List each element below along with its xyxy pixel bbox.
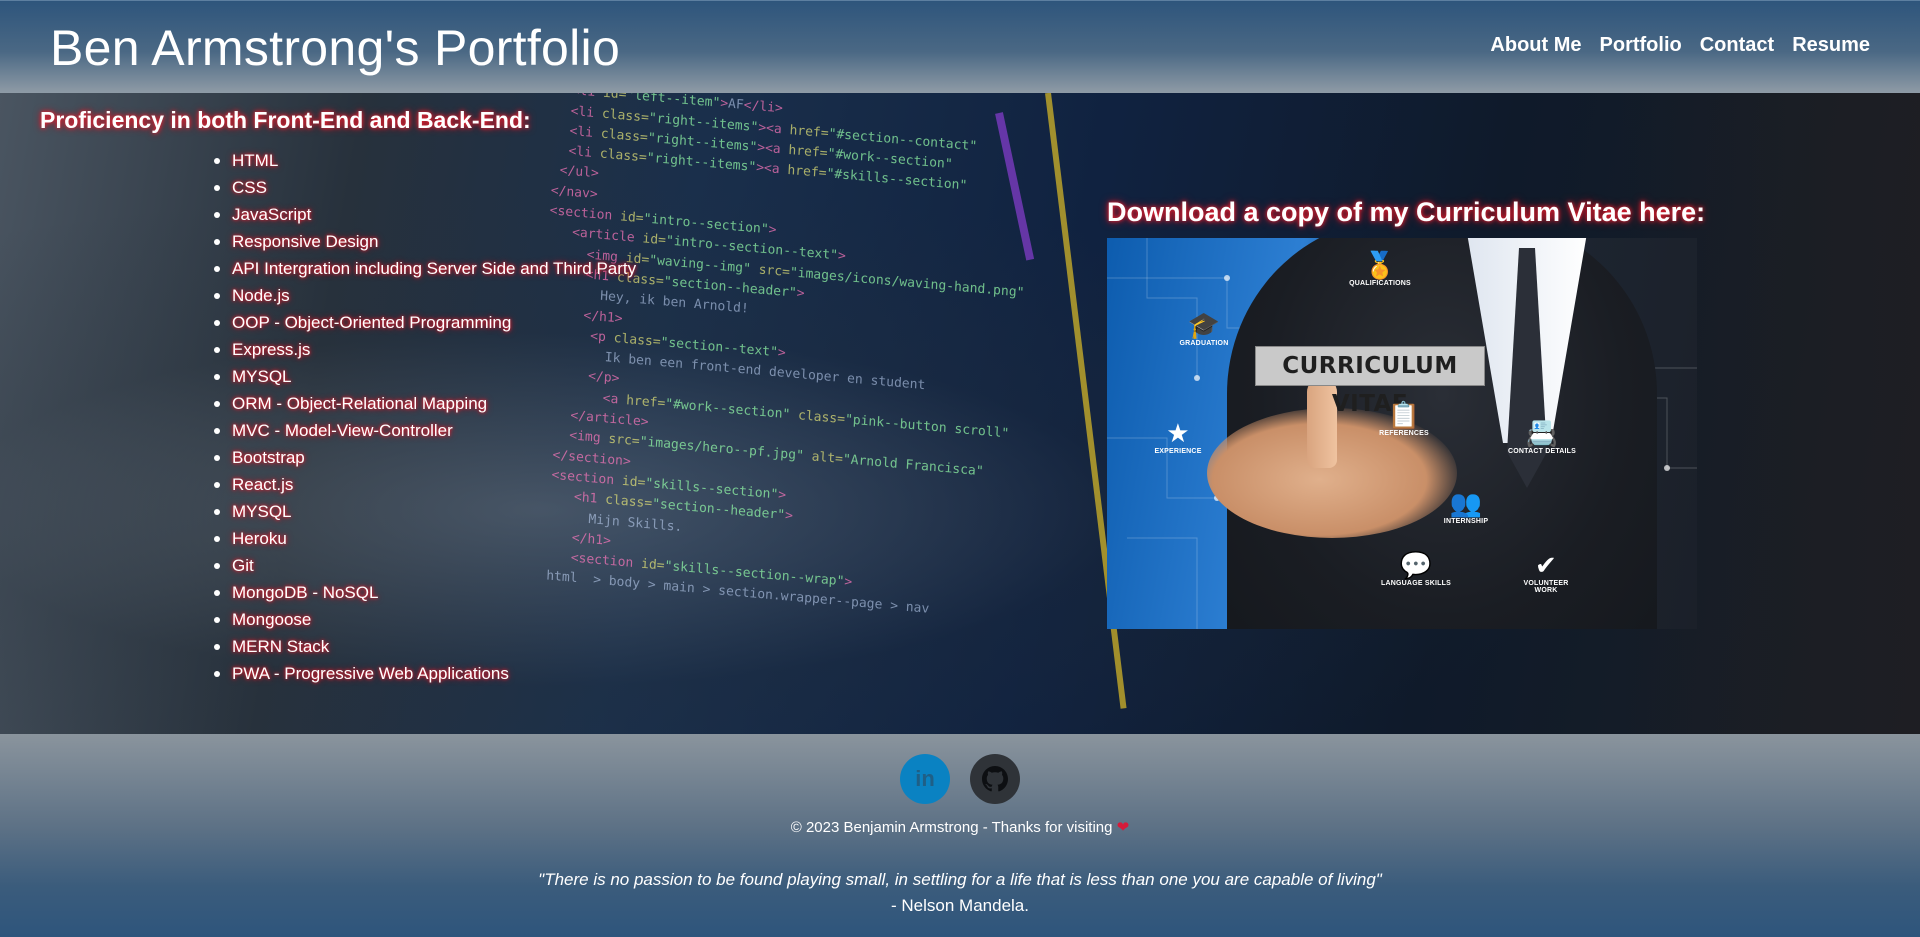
skill-item: MYSQL	[213, 498, 636, 525]
skill-item: MERN Stack	[213, 633, 636, 660]
copyright-text: © 2023 Benjamin Armstrong - Thanks for v…	[790, 819, 1130, 836]
skill-item: HTML	[213, 147, 636, 174]
skill-item: Express.js	[213, 336, 636, 363]
nav-about-me[interactable]: About Me	[1490, 34, 1581, 57]
quote-author: - Nelson Mandela.	[891, 896, 1029, 915]
footer-quote: "There is no passion to be found playing…	[538, 870, 1382, 889]
skill-item: Git	[213, 552, 636, 579]
nav-portfolio[interactable]: Portfolio	[1600, 34, 1682, 57]
cv-image-label: CURRICULUM VITAE	[1255, 346, 1485, 417]
skill-item: Responsive Design	[213, 228, 636, 255]
skill-item: Mongoose	[213, 606, 636, 633]
skill-item: API Intergration including Server Side a…	[213, 255, 636, 282]
resume-download-image[interactable]: CURRICULUM VITAE 🏅 QUALIFICATIONS 🎓 GRADUA…	[1107, 238, 1697, 629]
linkedin-link[interactable]: in	[900, 754, 950, 804]
skill-item: MVC - Model-View-Controller	[213, 417, 636, 444]
code-accent-stripe	[995, 112, 1035, 261]
skill-item: Heroku	[213, 525, 636, 552]
skill-item: JavaScript	[213, 201, 636, 228]
skills-list: HTML CSS JavaScript Responsive Design AP…	[213, 147, 636, 687]
hero-section: <ul> <li id="left--item">AF</li> <li cla…	[0, 93, 1920, 734]
contact-details-icon: 📇 CONTACT DETAILS	[1507, 418, 1577, 455]
resume-heading: Download a copy of my Curriculum Vitae h…	[1107, 197, 1706, 227]
github-link[interactable]	[970, 754, 1020, 804]
skill-item: OOP - Object-Oriented Programming	[213, 309, 636, 336]
volunteer-work-icon: ✔ VOLUNTEER WORK	[1523, 550, 1569, 594]
skill-item: MYSQL	[213, 363, 636, 390]
qualifications-icon: 🏅 QUALIFICATIONS	[1349, 250, 1411, 287]
skill-item: Bootstrap	[213, 444, 636, 471]
internship-icon: 👥 INTERNSHIP	[1443, 488, 1489, 525]
language-skills-icon: 💬 LANGUAGE SKILLS	[1381, 550, 1451, 587]
heart-icon: ❤	[1116, 819, 1130, 836]
site-footer: in © 2023 Benjamin Armstrong - Thanks fo…	[0, 734, 1920, 937]
skill-item: Node.js	[213, 282, 636, 309]
skill-item: CSS	[213, 174, 636, 201]
nav-contact[interactable]: Contact	[1700, 34, 1774, 57]
graduation-icon: 🎓 GRADUATION	[1179, 310, 1229, 347]
references-icon: 📋 REFERENCES	[1379, 400, 1429, 437]
nav-resume[interactable]: Resume	[1792, 34, 1870, 57]
site-title: Ben Armstrong's Portfolio	[50, 20, 621, 76]
skill-item: ORM - Object-Relational Mapping	[213, 390, 636, 417]
skill-item: MongoDB - NoSQL	[213, 579, 636, 606]
experience-icon: ★ EXPERIENCE	[1154, 418, 1202, 455]
main-nav: About Me Portfolio Contact Resume	[1490, 34, 1870, 57]
site-header: Ben Armstrong's Portfolio About Me Portf…	[0, 0, 1920, 93]
social-links: in	[0, 754, 1920, 804]
skills-heading: Proficiency in both Front-End and Back-E…	[40, 107, 531, 133]
skill-item: React.js	[213, 471, 636, 498]
linkedin-icon: in	[915, 766, 935, 791]
skill-item: PWA - Progressive Web Applications	[213, 660, 636, 687]
github-icon	[982, 766, 1008, 792]
